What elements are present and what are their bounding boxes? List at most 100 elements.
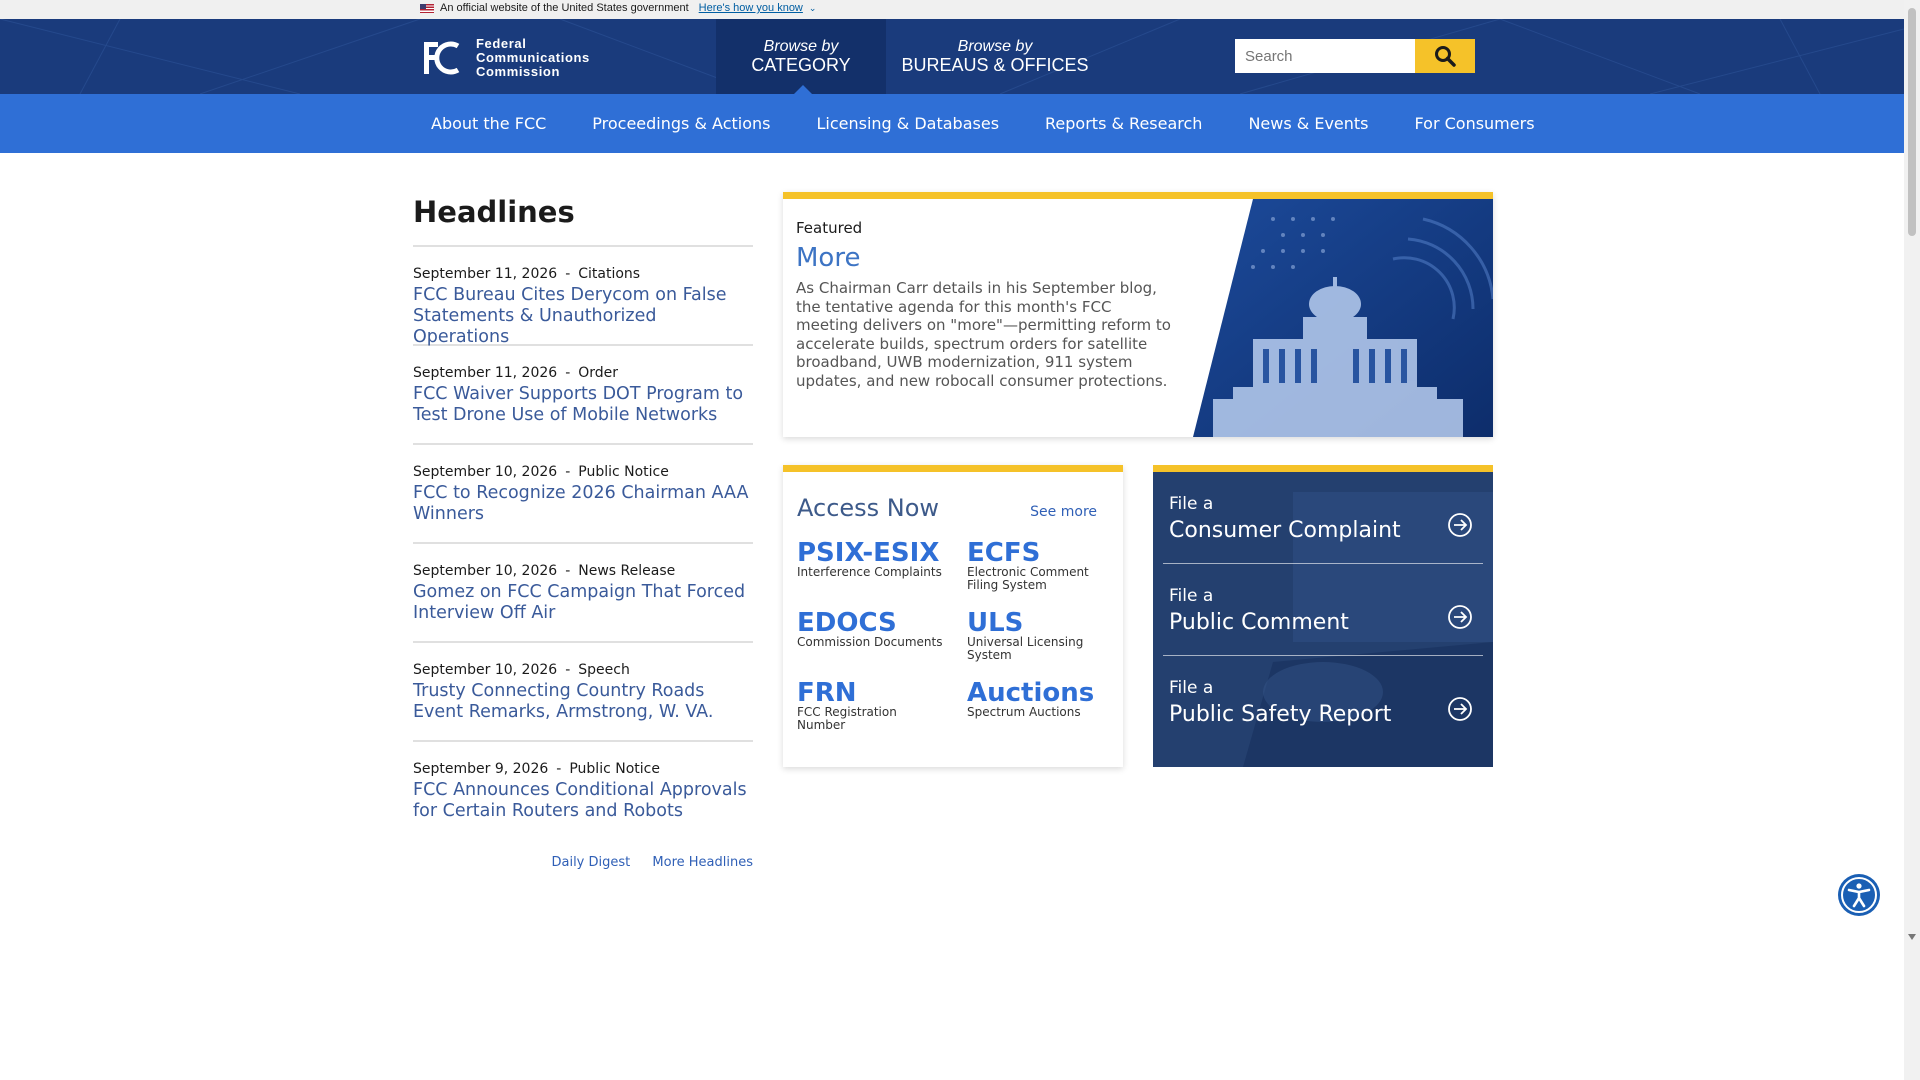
chevron-down-icon[interactable]: ⌄	[809, 3, 817, 14]
access-psix-esix-link[interactable]: PSIX-ESIX Interference Complaints	[797, 540, 947, 579]
search-icon	[1435, 46, 1456, 67]
access-now-card: Access Now See more PSIX-ESIX Interferen…	[783, 465, 1123, 767]
headline-link[interactable]: Trusty Connecting Country Roads Event Re…	[413, 681, 753, 723]
file-consumer-complaint-link[interactable]: File a Consumer Complaint	[1163, 472, 1483, 564]
headline-link[interactable]: FCC Waiver Supports DOT Program to Test …	[413, 384, 753, 426]
access-item-desc: Spectrum Auctions	[967, 705, 1081, 719]
search-form	[1235, 39, 1475, 73]
access-now-title: Access Now	[797, 494, 940, 522]
circle-arrow-right-icon	[1448, 605, 1472, 629]
access-item-name: FRN	[797, 678, 857, 708]
logo-line-1: Federal	[476, 36, 527, 51]
file-row-line2: Public Comment	[1169, 610, 1349, 635]
browse-by-category[interactable]: Browse by CATEGORY	[716, 19, 886, 94]
headline-link[interactable]: FCC to Recognize 2026 Chairman AAA Winne…	[413, 483, 753, 525]
access-item-name: EDOCS	[797, 608, 897, 638]
featured-description: As Chairman Carr details in his Septembe…	[796, 279, 1171, 390]
headline-separator: -	[565, 662, 571, 678]
nav-proceedings[interactable]: Proceedings & Actions	[569, 94, 793, 153]
search-button[interactable]	[1415, 39, 1475, 73]
circle-arrow-right-icon	[1448, 513, 1472, 537]
nav-consumers[interactable]: For Consumers	[1392, 94, 1558, 153]
headline-type: Public Notice	[578, 464, 669, 480]
headlines-title: Headlines	[413, 195, 753, 247]
headline-type: Public Notice	[569, 761, 660, 777]
file-row-line1: File a	[1169, 494, 1214, 514]
headline-separator: -	[565, 365, 571, 381]
headline-separator: -	[565, 563, 571, 579]
headline-date: September 11, 2026	[413, 365, 558, 381]
headline-item: September 10, 2026- Public Notice FCC to …	[413, 445, 753, 544]
file-row-line2: Public Safety Report	[1169, 702, 1392, 727]
file-row-line1: File a	[1169, 586, 1214, 606]
masthead: Federal Communications Commission Browse…	[0, 19, 1904, 94]
file-row-line1: File a	[1169, 678, 1214, 698]
browse-category-line1: Browse by	[763, 37, 839, 55]
circle-arrow-right-icon	[1448, 697, 1472, 721]
access-item-name: ECFS	[967, 538, 1041, 568]
headline-link[interactable]: FCC Bureau Cites Derycom on False Statem…	[413, 285, 753, 348]
access-item-desc: FCC Registration Number	[797, 705, 897, 732]
main-nav: About the FCC Proceedings & Actions Lice…	[0, 94, 1904, 153]
featured-card: Featured More As Chairman Carr details i…	[783, 192, 1493, 437]
see-more-link[interactable]: See more	[1030, 504, 1097, 520]
access-ecfs-link[interactable]: ECFS Electronic Comment Filing System	[967, 540, 1097, 592]
access-uls-link[interactable]: ULS Universal Licensing System	[967, 610, 1087, 662]
page-scrollbar[interactable]	[1904, 0, 1920, 1080]
gov-banner: An official website of the United States…	[0, 0, 1904, 19]
browse-by-bureaus[interactable]: Browse by BUREAUS & OFFICES	[890, 19, 1100, 94]
headline-type: News Release	[578, 563, 676, 579]
browse-bureaus-line1: Browse by	[957, 37, 1033, 55]
headline-date: September 10, 2026	[413, 464, 558, 480]
accessibility-icon	[1841, 877, 1877, 913]
access-item-name: PSIX-ESIX	[797, 538, 940, 568]
browse-bureaus-line2: BUREAUS & OFFICES	[901, 54, 1089, 75]
file-public-safety-report-link[interactable]: File a Public Safety Report	[1163, 656, 1483, 748]
heres-how-you-know-link[interactable]: Here's how you know	[699, 2, 803, 14]
access-auctions-link[interactable]: Auctions Spectrum Auctions	[967, 680, 1117, 719]
capitol-building-image[interactable]	[1193, 199, 1493, 437]
headline-type: Citations	[578, 266, 641, 282]
headline-item: September 10, 2026- Speech Trusty Connect…	[413, 643, 753, 742]
file-public-comment-link[interactable]: File a Public Comment	[1163, 564, 1483, 656]
gov-banner-text: An official website of the United States…	[440, 2, 689, 14]
scroll-down-arrow-icon[interactable]	[1908, 934, 1916, 940]
featured-title-link[interactable]: More	[796, 243, 1176, 273]
file-actions-panel: File a Consumer Complaint File a Public …	[1153, 465, 1493, 767]
logo-line-3: Commission	[476, 64, 561, 79]
fcc-logo[interactable]: Federal Communications Commission	[420, 37, 590, 79]
access-frn-link[interactable]: FRN FCC Registration Number	[797, 680, 917, 732]
headline-date: September 11, 2026	[413, 266, 558, 282]
headline-date: September 9, 2026	[413, 761, 549, 777]
access-item-desc: Interference Complaints	[797, 565, 942, 579]
headline-separator: -	[565, 266, 571, 282]
nav-reports[interactable]: Reports & Research	[1022, 94, 1225, 153]
nav-news[interactable]: News & Events	[1225, 94, 1391, 153]
featured-kicker: Featured	[796, 219, 863, 237]
nav-about[interactable]: About the FCC	[408, 94, 569, 153]
headline-separator: -	[556, 761, 562, 777]
access-item-name: Auctions	[967, 678, 1095, 708]
accessibility-widget-button[interactable]	[1838, 874, 1880, 916]
headline-link[interactable]: FCC Announces Conditional Approvals for …	[413, 780, 753, 822]
headline-footer-links: Daily Digest More Headlines	[413, 855, 753, 870]
headline-item: September 9, 2026- Public Notice FCC Anno…	[413, 742, 753, 841]
search-input[interactable]	[1235, 39, 1415, 73]
headline-item: September 11, 2026- Citations FCC Bureau …	[413, 247, 753, 348]
headline-item: September 11, 2026- Order FCC Waiver Supp…	[413, 346, 753, 445]
nav-licensing[interactable]: Licensing & Databases	[793, 94, 1022, 153]
headline-item: September 10, 2026- News Release Gomez on…	[413, 544, 753, 643]
access-item-desc: Universal Licensing System	[967, 635, 1084, 662]
scrollbar-thumb[interactable]	[1908, 8, 1916, 236]
daily-digest-link[interactable]: Daily Digest	[551, 855, 630, 870]
headline-date: September 10, 2026	[413, 563, 558, 579]
more-headlines-link[interactable]: More Headlines	[652, 855, 753, 870]
access-edocs-link[interactable]: EDOCS Commission Documents	[797, 610, 947, 649]
us-flag-icon	[420, 3, 434, 13]
headline-type: Order	[578, 365, 619, 381]
headline-link[interactable]: Gomez on FCC Campaign That Forced Interv…	[413, 582, 753, 624]
headlines-section: Headlines September 11, 2026- Citations F…	[413, 195, 753, 870]
file-row-line2: Consumer Complaint	[1169, 518, 1401, 543]
headline-date: September 10, 2026	[413, 662, 558, 678]
fcc-logo-icon	[424, 41, 460, 75]
